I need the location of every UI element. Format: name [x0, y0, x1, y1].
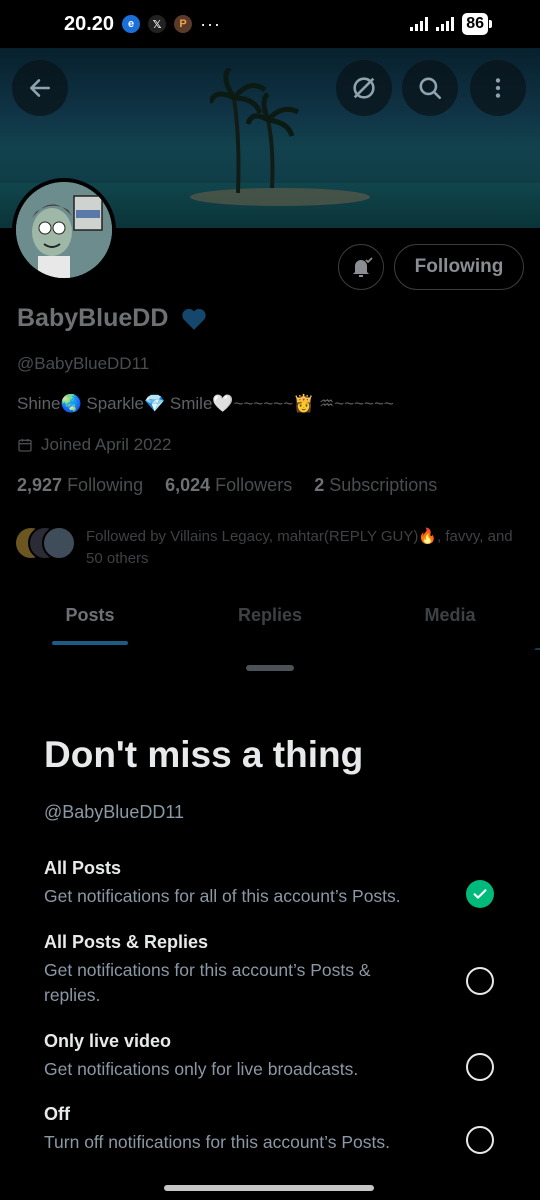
- status-time: 20.20: [64, 12, 115, 35]
- sheet-grabber[interactable]: [246, 665, 294, 671]
- option-off[interactable]: Off Turn off notifications for this acco…: [44, 1104, 504, 1155]
- avatar[interactable]: [12, 178, 116, 282]
- pi-icon: P: [174, 15, 193, 33]
- followers-label: Followers: [215, 475, 293, 495]
- search-button[interactable]: [402, 60, 458, 116]
- tab-replies[interactable]: Replies: [180, 593, 360, 648]
- radio-all-posts-replies[interactable]: [466, 967, 494, 995]
- option-title: All Posts: [44, 858, 122, 878]
- following-label: Following: [67, 475, 144, 495]
- profile-tabs: Posts Replies Media: [0, 593, 540, 648]
- calendar-icon: [18, 439, 32, 452]
- option-description: Turn off notifications for this account’…: [44, 1132, 390, 1152]
- followers-stat[interactable]: 6,024 Followers: [165, 475, 292, 496]
- option-description: Get notifications for this account’s Pos…: [44, 960, 371, 1005]
- profile-bio: Shine🌏 Sparkle💎 Smile🤍~~~~~~👸 ♒~~~~~~: [17, 394, 394, 413]
- profile-joined: Joined April 2022: [17, 435, 171, 455]
- option-title: All Posts & Replies: [44, 932, 209, 952]
- profile-handle: @BabyBlueDD11: [17, 354, 150, 373]
- followed-by-text: Followed by Villains Legacy, mahtar(REPL…: [86, 528, 513, 567]
- cartoon-avatar-icon: [16, 182, 112, 278]
- browser-icon: e: [122, 15, 141, 33]
- status-bar: 20.20 e 𝕏 P ··· 86: [0, 0, 540, 48]
- blue-heart-icon: [182, 309, 207, 331]
- option-description: Get notifications only for live broadcas…: [44, 1059, 359, 1079]
- option-description: Get notifications for all of this accoun…: [44, 886, 401, 906]
- following-stat[interactable]: 2,927 Following: [17, 475, 143, 496]
- battery-indicator: 86: [462, 13, 492, 35]
- follower-avatars: [14, 526, 76, 562]
- x-icon: 𝕏: [148, 15, 167, 33]
- profile-background: Following BabyBlueDD @BabyBlueDD11 Shine…: [0, 48, 540, 688]
- subscriptions-count: 2: [314, 475, 325, 495]
- more-vertical-icon: [495, 78, 501, 98]
- radio-off[interactable]: [466, 1126, 494, 1154]
- following-button[interactable]: Following: [394, 244, 524, 290]
- option-all-posts-replies[interactable]: All Posts & Replies Get notifications fo…: [44, 932, 504, 1008]
- option-all-posts[interactable]: All Posts Get notifications for all of t…: [44, 858, 504, 909]
- back-button[interactable]: [12, 60, 68, 116]
- avatar-image: [16, 182, 112, 278]
- grok-button[interactable]: [336, 60, 392, 116]
- tab-posts[interactable]: Posts: [0, 593, 180, 648]
- notification-settings-sheet: Don't miss a thing @BabyBlueDD11 All Pos…: [0, 650, 540, 1200]
- check-icon: [473, 889, 487, 899]
- sheet-handle: @BabyBlueDD11: [44, 802, 185, 822]
- profile-name: BabyBlueDD: [17, 304, 169, 332]
- profile-stats: 2,927 Following 6,024 Followers 2 Subscr…: [17, 475, 437, 496]
- radio-only-live-video[interactable]: [466, 1053, 494, 1081]
- grok-icon: [353, 77, 375, 99]
- status-bar-left: 20.20 e 𝕏 P ···: [64, 13, 221, 36]
- option-title: Only live video: [44, 1031, 172, 1051]
- follower-avatar: [42, 526, 76, 560]
- joined-text: Joined April 2022: [41, 435, 172, 454]
- status-bar-right: 86: [410, 13, 492, 35]
- search-icon: [419, 77, 442, 100]
- option-only-live-video[interactable]: Only live video Get notifications only f…: [44, 1031, 504, 1082]
- more-options-button[interactable]: [470, 60, 526, 116]
- more-notifications-icon: ···: [200, 13, 222, 34]
- radio-all-posts[interactable]: [466, 880, 494, 908]
- tab-media[interactable]: Media: [360, 593, 540, 648]
- bell-check-icon: [353, 257, 373, 277]
- home-indicator[interactable]: [164, 1185, 374, 1191]
- subscriptions-stat[interactable]: 2 Subscriptions: [314, 475, 437, 496]
- followed-by-row[interactable]: Followed by Villains Legacy, mahtar(REPL…: [14, 526, 516, 570]
- subscriptions-label: Subscriptions: [329, 475, 438, 495]
- arrow-left-icon: [30, 79, 50, 97]
- followers-count: 6,024: [165, 475, 211, 495]
- option-title: Off: [44, 1104, 70, 1124]
- notification-bell-button[interactable]: [338, 244, 384, 290]
- profile-name-row: BabyBlueDD: [17, 304, 207, 333]
- following-count: 2,927: [17, 475, 63, 495]
- sheet-title: Don't miss a thing: [44, 734, 364, 775]
- signal-icon: [410, 17, 429, 31]
- signal-icon-2: [436, 17, 455, 31]
